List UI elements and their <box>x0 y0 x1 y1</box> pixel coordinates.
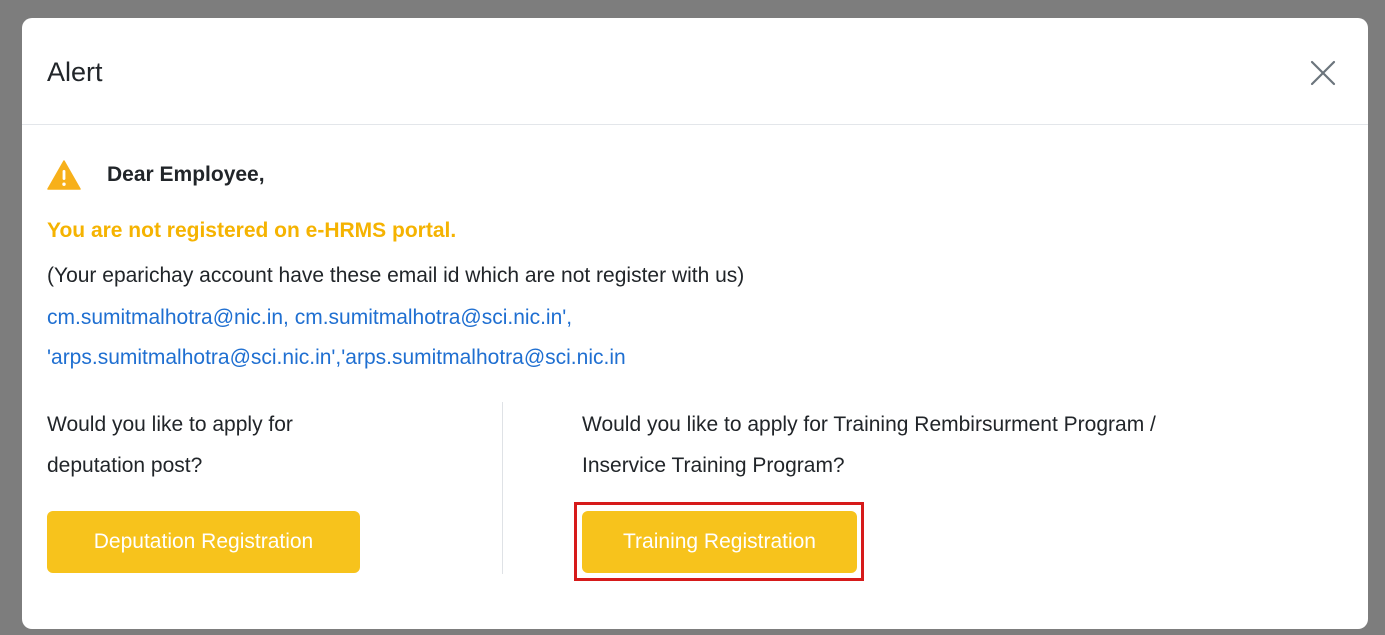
column-divider <box>502 402 503 574</box>
info-text: (Your eparichay account have these email… <box>47 264 745 287</box>
not-registered-message: You are not registered on e-HRMS portal. <box>47 219 457 242</box>
deputation-question: Would you like to apply for deputation p… <box>47 404 447 486</box>
greeting-row: Dear Employee, <box>47 158 265 192</box>
deputation-registration-button[interactable]: Deputation Registration <box>47 511 360 573</box>
email-list-line-2: 'arps.sumitmalhotra@sci.nic.in','arps.su… <box>47 346 626 369</box>
modal-header: Alert <box>22 18 1368 125</box>
training-question-line-2: Inservice Training Program? <box>582 454 845 477</box>
close-icon[interactable] <box>1306 56 1340 90</box>
email-list-line-1: cm.sumitmalhotra@nic.in, cm.sumitmalhotr… <box>47 306 573 329</box>
training-question: Would you like to apply for Training Rem… <box>582 404 1342 486</box>
warning-triangle-icon <box>47 160 81 190</box>
greeting-text: Dear Employee, <box>107 163 265 186</box>
modal-title: Alert <box>47 57 103 87</box>
training-question-line-1: Would you like to apply for Training Rem… <box>582 413 1156 436</box>
training-registration-button[interactable]: Training Registration <box>582 511 857 573</box>
deputation-question-line-2: deputation post? <box>47 454 203 477</box>
alert-modal: Alert Dear Employee, You are not registe… <box>22 18 1368 629</box>
deputation-question-line-1: Would you like to apply for <box>47 413 293 436</box>
